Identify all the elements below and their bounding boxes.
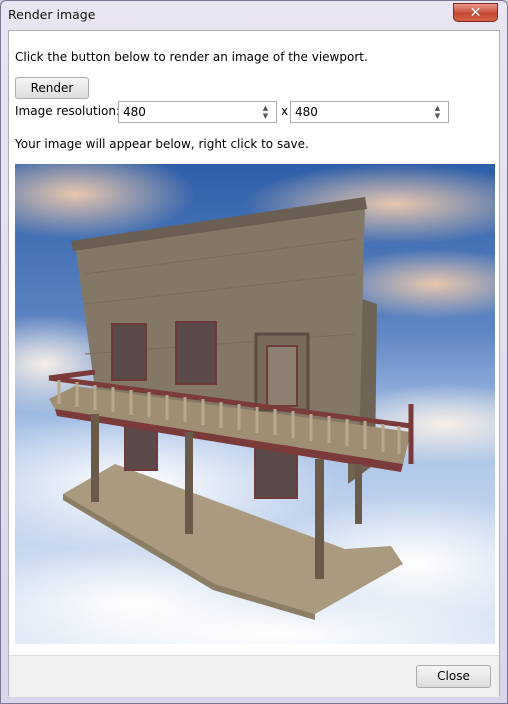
render-button[interactable]: Render xyxy=(15,77,89,99)
spin-down-icon[interactable]: ▼ xyxy=(431,112,444,120)
spin-down-icon[interactable]: ▼ xyxy=(259,112,272,120)
dialog-content: Click the button below to render an imag… xyxy=(8,30,500,697)
width-spin-arrows[interactable]: ▲ ▼ xyxy=(259,104,272,120)
button-bar: Close xyxy=(9,655,499,697)
window-title: Render image xyxy=(8,7,96,22)
intro-text: Click the button below to render an imag… xyxy=(15,50,368,64)
spin-up-icon[interactable]: ▲ xyxy=(431,104,444,112)
close-icon: ✕ xyxy=(469,5,482,21)
save-hint-text: Your image will appear below, right clic… xyxy=(15,137,309,151)
resolution-separator: x xyxy=(281,104,289,118)
width-spinbox[interactable]: 480 ▲ ▼ xyxy=(118,101,277,123)
width-value: 480 xyxy=(123,105,146,119)
resolution-label: Image resolution: xyxy=(15,104,121,118)
height-value: 480 xyxy=(295,105,318,119)
rendered-image[interactable] xyxy=(15,164,495,644)
close-button[interactable]: Close xyxy=(416,665,491,688)
height-spinbox[interactable]: 480 ▲ ▼ xyxy=(290,101,449,123)
title-bar[interactable]: Render image ✕ xyxy=(1,1,507,29)
rendered-building-picture xyxy=(15,164,495,644)
spin-up-icon[interactable]: ▲ xyxy=(259,104,272,112)
window-close-button[interactable]: ✕ xyxy=(453,3,498,22)
render-image-dialog: Render image ✕ Click the button below to… xyxy=(0,0,508,704)
height-spin-arrows[interactable]: ▲ ▼ xyxy=(431,104,444,120)
